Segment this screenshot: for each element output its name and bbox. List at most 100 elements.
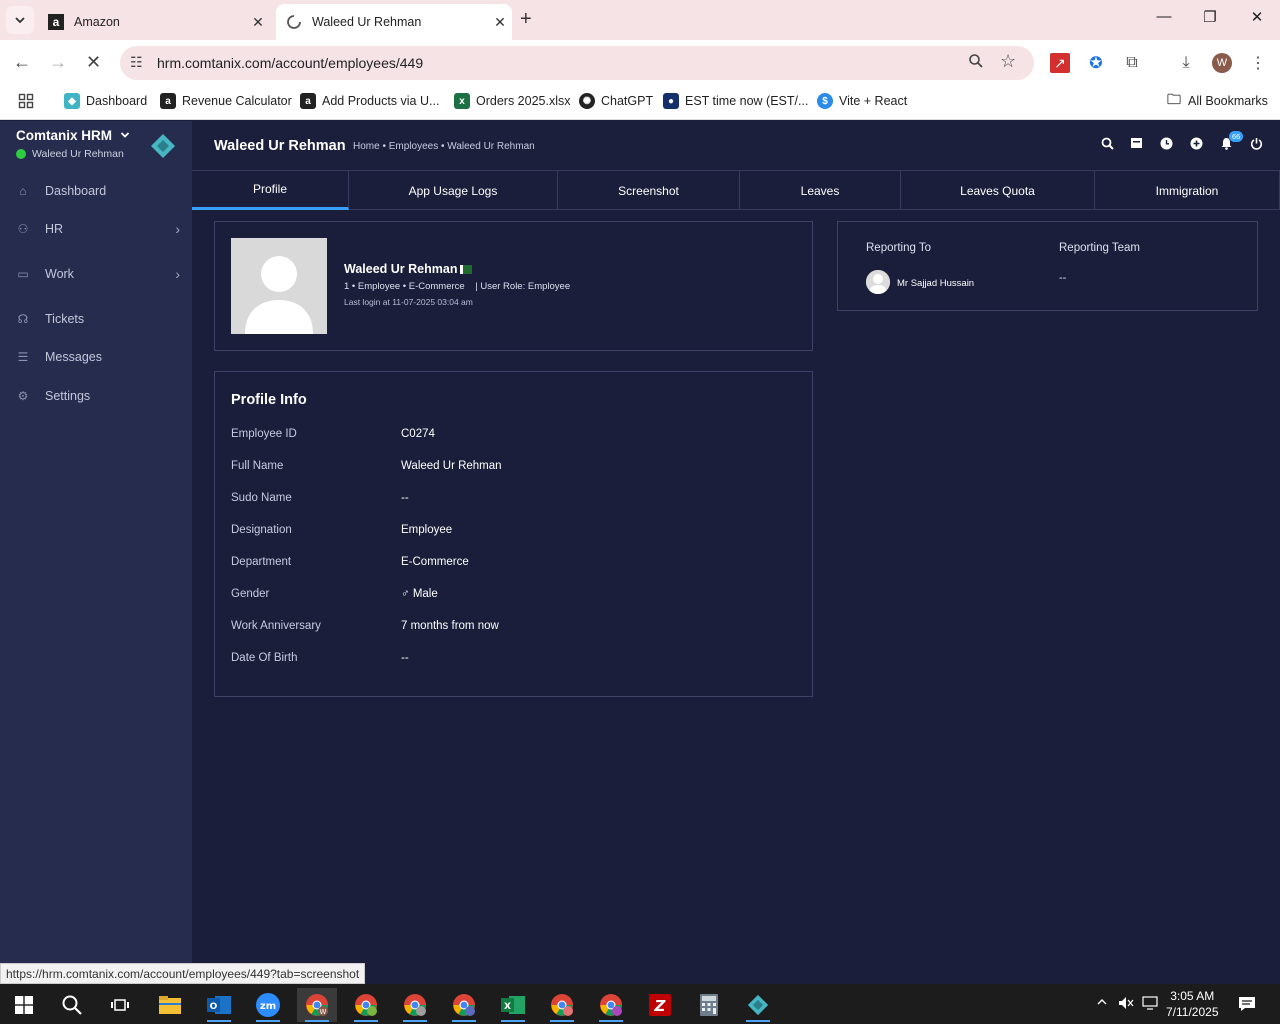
- omnibox[interactable]: ☷ hrm.comtanix.com/account/employees/449…: [120, 46, 1034, 80]
- profile-info-title: Profile Info: [231, 392, 307, 408]
- gear-icon: ⚙: [17, 389, 29, 403]
- tab-search-button[interactable]: [6, 6, 34, 34]
- profile-avatar[interactable]: W: [1212, 53, 1232, 73]
- puzzle-extensions-icon[interactable]: ⧉: [1122, 53, 1142, 73]
- sidebar: Comtanix HRM Waleed Ur Rehman ⌂ Dashboar…: [0, 121, 192, 984]
- stop-loading-icon[interactable]: ✕: [86, 52, 101, 73]
- sidebar-item-tickets[interactable]: ☊ Tickets: [0, 301, 192, 337]
- task-view-icon[interactable]: [100, 988, 140, 1022]
- clock-date: 7/11/2025: [1166, 1005, 1219, 1019]
- manager-avatar[interactable]: [866, 270, 890, 294]
- all-bookmarks[interactable]: 🗀 All Bookmarks: [1166, 91, 1268, 109]
- gem-icon: ◆: [64, 93, 80, 109]
- bookmark-add-products[interactable]: a Add Products via U...: [300, 93, 439, 109]
- zoom-app-icon[interactable]: zm: [248, 988, 288, 1022]
- tab-leaves[interactable]: Leaves: [740, 171, 901, 210]
- sidebar-item-hr[interactable]: ⚇ HR ›: [0, 211, 192, 247]
- sidebar-item-dashboard[interactable]: ⌂ Dashboard: [0, 173, 192, 209]
- bookmark-revenue-calculator[interactable]: a Revenue Calculator: [160, 93, 292, 109]
- search-icon[interactable]: [52, 988, 92, 1022]
- sidebar-item-messages[interactable]: ☰ Messages: [0, 339, 192, 375]
- manager-name[interactable]: Mr Sajjad Hussain: [897, 278, 974, 289]
- bookmark-label: Vite + React: [839, 94, 908, 108]
- browser-tab-amazon[interactable]: a Amazon ✕: [38, 4, 270, 40]
- search-icon[interactable]: [1099, 137, 1115, 153]
- notes-icon[interactable]: [1128, 137, 1144, 153]
- tab-immigration[interactable]: Immigration: [1095, 171, 1280, 210]
- tab-close-icon[interactable]: ✕: [246, 14, 270, 31]
- power-icon[interactable]: [1248, 137, 1264, 153]
- outlook-icon[interactable]: O: [199, 988, 239, 1022]
- sidebar-item-settings[interactable]: ⚙ Settings: [0, 378, 192, 414]
- brand-title[interactable]: Comtanix HRM: [16, 128, 130, 143]
- close-window-button[interactable]: ✕: [1234, 8, 1280, 26]
- tab-app-usage-logs[interactable]: App Usage Logs: [349, 171, 558, 210]
- employee-meta: 1 • Employee • E-Commerce | User Role: E…: [344, 281, 571, 292]
- hrm-app-icon[interactable]: [738, 988, 778, 1022]
- apps-grid-icon[interactable]: [18, 93, 34, 109]
- notification-center-icon[interactable]: [1238, 996, 1256, 1015]
- calculator-icon[interactable]: [689, 988, 729, 1022]
- field-value-full-name: Waleed Ur Rehman: [401, 460, 502, 472]
- minimize-button[interactable]: —: [1141, 8, 1187, 25]
- windows-start-icon[interactable]: [4, 988, 44, 1022]
- tab-profile[interactable]: Profile: [192, 171, 349, 210]
- bookmark-star-icon[interactable]: ☆: [1000, 51, 1016, 72]
- tab-leaves-quota[interactable]: Leaves Quota: [901, 171, 1095, 210]
- app-header: Waleed Ur Rehman Home • Employees • Wale…: [192, 121, 1280, 170]
- extension-icon[interactable]: ✪: [1086, 53, 1106, 73]
- chrome-profile-icon[interactable]: [444, 988, 484, 1022]
- chrome-profile-w-icon[interactable]: W: [297, 988, 337, 1022]
- employee-header-card: Waleed Ur Rehman 1 • Employee • E-Commer…: [214, 221, 813, 351]
- download-icon[interactable]: ⤓: [1176, 53, 1196, 73]
- sidebar-item-label: Work: [45, 267, 74, 281]
- zoom-icon[interactable]: [968, 53, 984, 74]
- kebab-menu-icon[interactable]: ⋮: [1248, 53, 1268, 73]
- back-arrow-icon[interactable]: ←: [13, 52, 31, 73]
- sidebar-user-name: Waleed Ur Rehman: [32, 148, 124, 160]
- tab-screenshot[interactable]: Screenshot: [558, 171, 740, 210]
- excel-icon[interactable]: X: [493, 988, 533, 1022]
- sidebar-user: Waleed Ur Rehman: [16, 148, 124, 160]
- browser-tab-active[interactable]: Waleed Ur Rehman ✕: [276, 4, 512, 40]
- chevron-down-icon: [120, 128, 130, 143]
- chrome-profile-icon[interactable]: [395, 988, 435, 1022]
- bookmark-chatgpt[interactable]: ✺ ChatGPT: [579, 93, 653, 109]
- chrome-profile-icon[interactable]: [591, 988, 631, 1022]
- forward-arrow-icon[interactable]: →: [49, 52, 67, 73]
- chrome-profile-icon[interactable]: [346, 988, 386, 1022]
- amazon-icon: a: [160, 93, 176, 109]
- sidebar-item-work[interactable]: ▭ Work ›: [0, 256, 192, 292]
- dollar-icon: $: [817, 93, 833, 109]
- breadcrumb[interactable]: Home • Employees • Waleed Ur Rehman: [353, 141, 535, 152]
- field-label-date-of-birth: Date Of Birth: [231, 652, 298, 664]
- field-label-designation: Designation: [231, 524, 292, 536]
- bookmark-orders-xlsx[interactable]: x Orders 2025.xlsx: [454, 93, 570, 109]
- url-text[interactable]: hrm.comtanix.com/account/employees/449: [157, 55, 423, 71]
- pakistan-flag-icon: [460, 264, 473, 274]
- chevron-right-icon: ›: [175, 266, 180, 282]
- add-circle-icon[interactable]: [1188, 137, 1204, 153]
- field-label-sudo-name: Sudo Name: [231, 492, 292, 504]
- restore-button[interactable]: ❐: [1187, 8, 1233, 26]
- system-clock[interactable]: 3:05 AM 7/11/2025: [1166, 988, 1219, 1020]
- pdf-extension-icon[interactable]: ↗: [1050, 53, 1070, 73]
- bookmark-dashboard[interactable]: ◆ Dashboard: [64, 93, 147, 109]
- tray-chevron-up-icon[interactable]: [1096, 996, 1108, 1011]
- bookmark-vite-react[interactable]: $ Vite + React: [817, 93, 907, 109]
- network-icon[interactable]: [1142, 996, 1158, 1013]
- chrome-profile-icon[interactable]: [542, 988, 582, 1022]
- file-explorer-icon[interactable]: [150, 988, 190, 1022]
- employee-name-text: Waleed Ur Rehman: [344, 262, 458, 276]
- tab-close-icon[interactable]: ✕: [488, 14, 512, 31]
- chevron-down-icon: [15, 17, 25, 24]
- speaker-muted-icon[interactable]: [1118, 996, 1134, 1013]
- bookmark-est-time[interactable]: ● EST time now (EST/...: [663, 93, 808, 109]
- site-settings-icon[interactable]: ☷: [130, 54, 143, 71]
- filezilla-icon[interactable]: Z: [640, 988, 680, 1022]
- new-tab-button[interactable]: +: [520, 8, 532, 31]
- online-status-icon: [16, 149, 26, 159]
- clock-icon[interactable]: [1158, 137, 1174, 153]
- running-indicator: [452, 1020, 476, 1022]
- browser-tab-bar: a Amazon ✕ Waleed Ur Rehman ✕ + — ❐ ✕: [0, 0, 1280, 40]
